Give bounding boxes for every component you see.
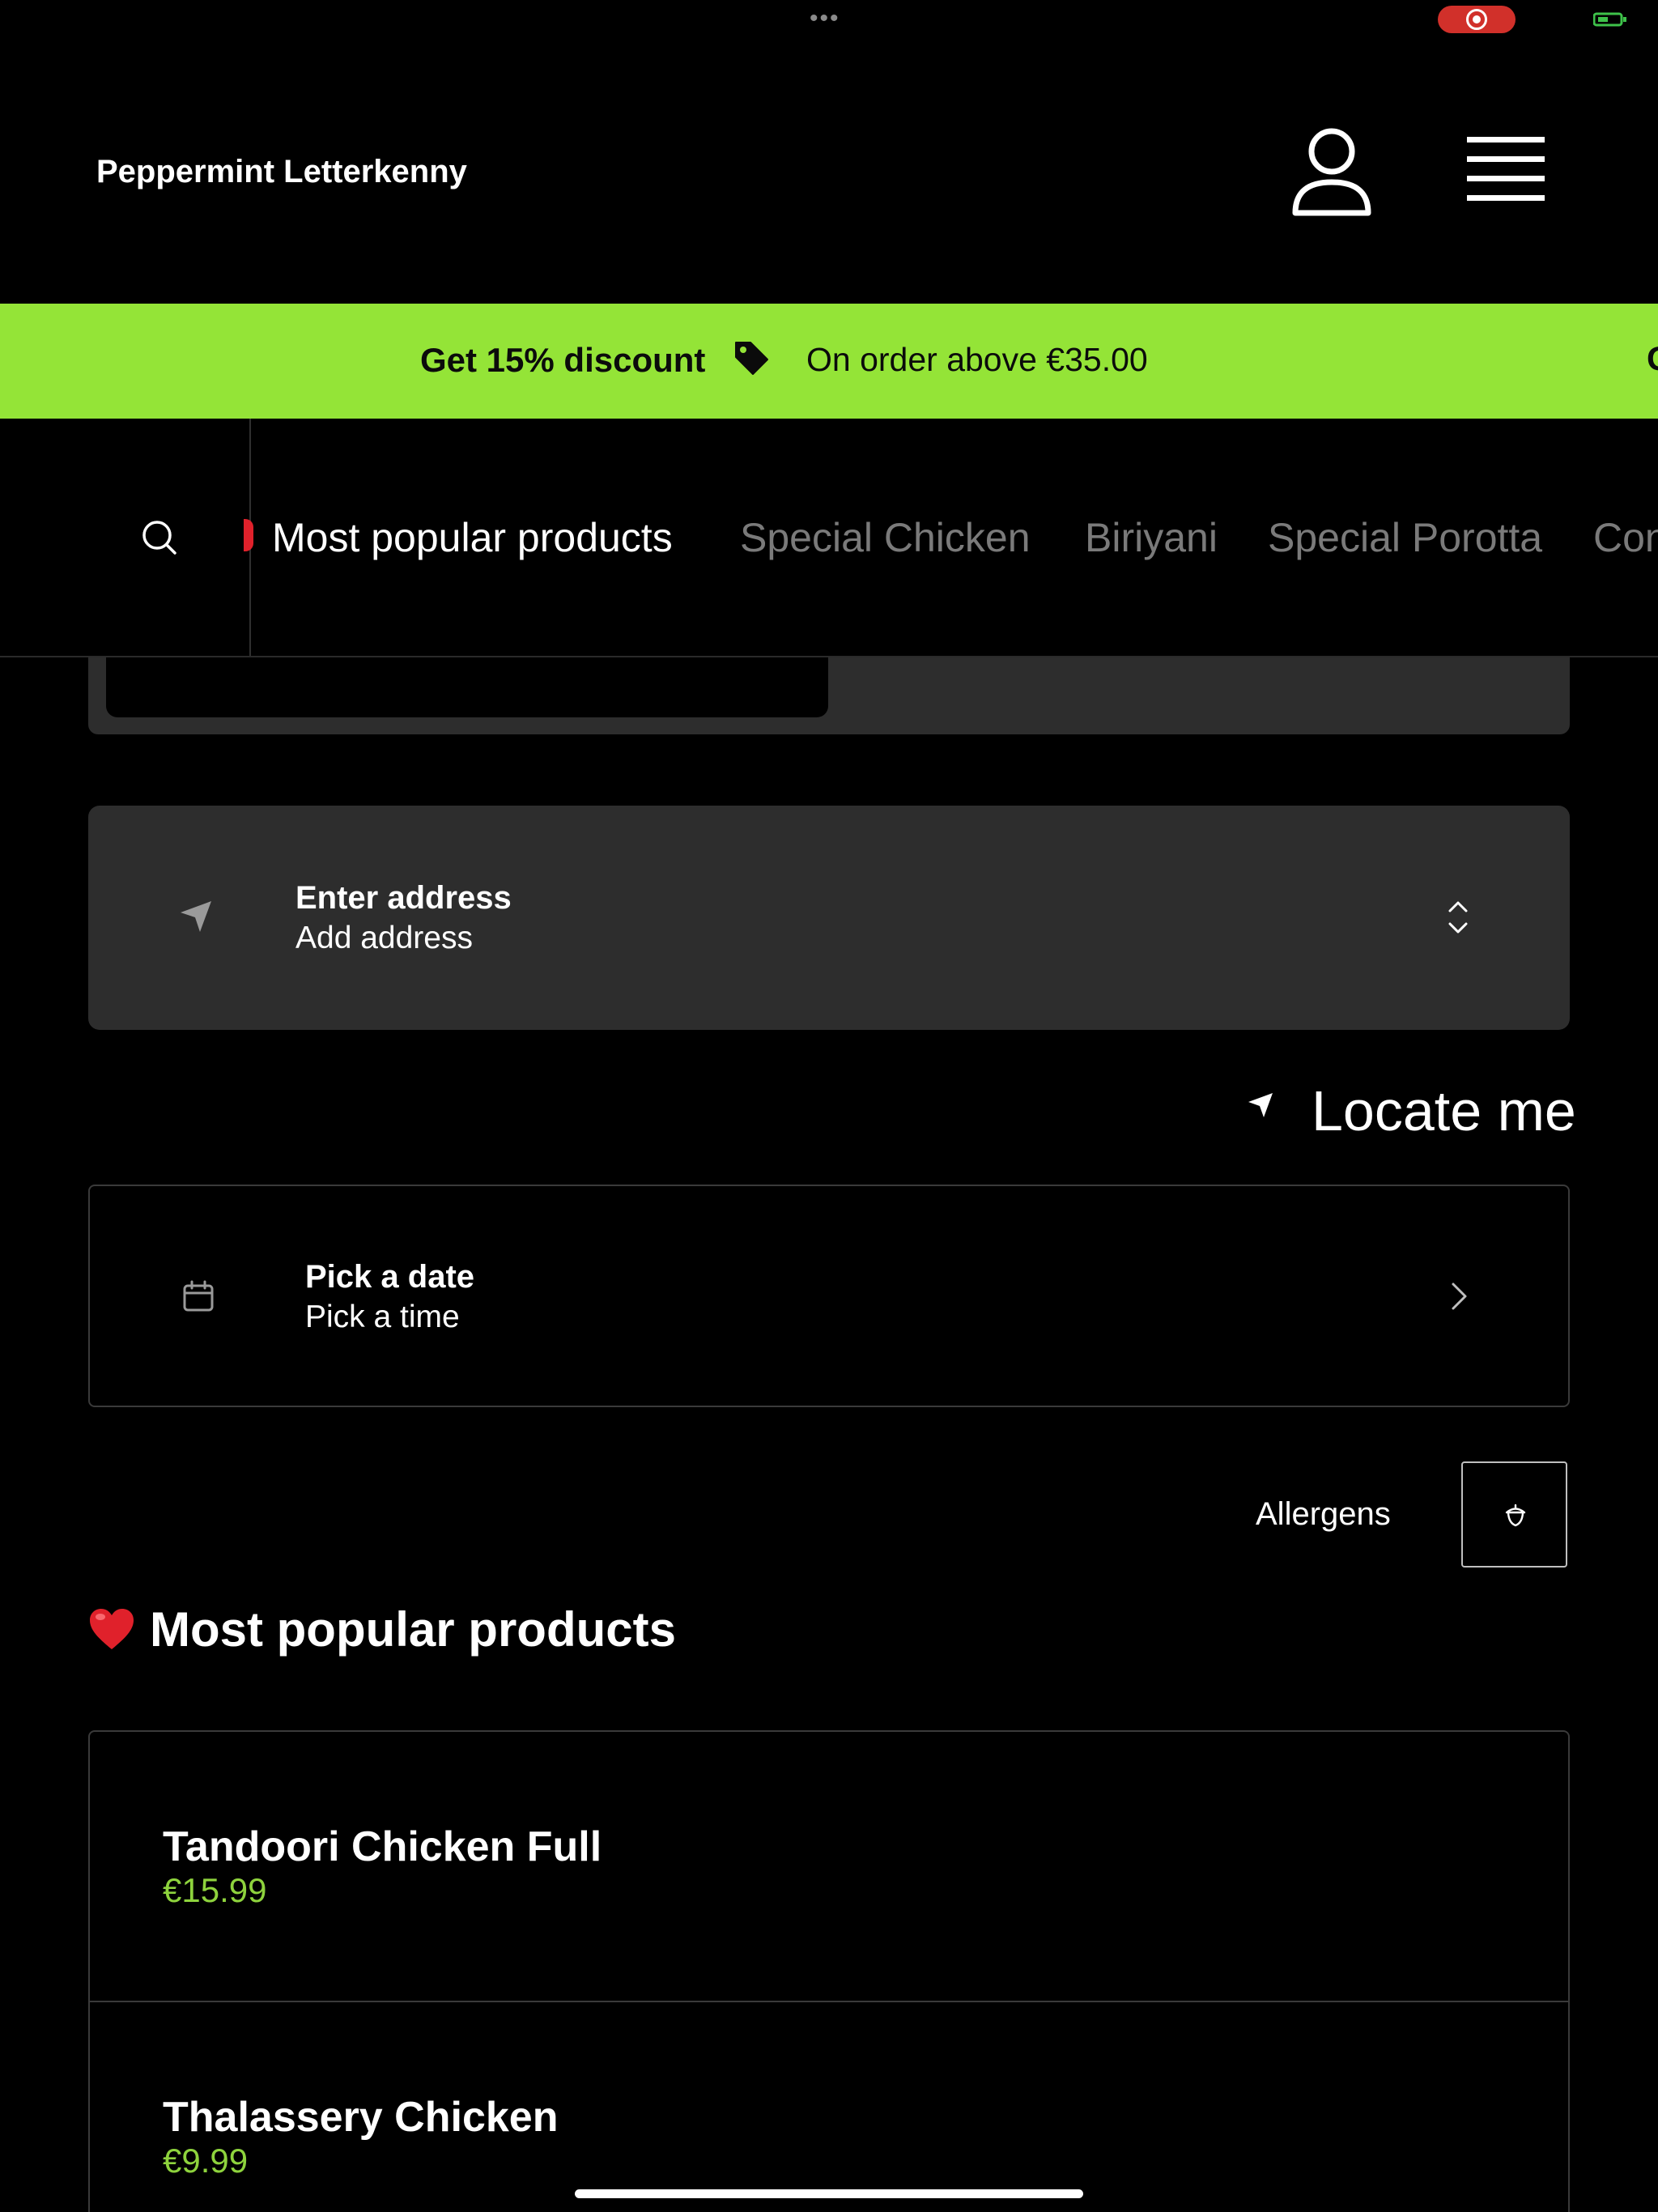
allergens-button[interactable] [1461, 1461, 1567, 1568]
page: ••• Peppermint Letterkenny Get 15% disco… [0, 0, 1658, 2212]
search-icon [142, 521, 176, 555]
product-list: Tandoori Chicken Full €15.99 Thalassery … [88, 1730, 1570, 2212]
status-bar: ••• [0, 0, 1658, 39]
promo-title: Get 15% discount [420, 341, 706, 379]
header: Peppermint Letterkenny [0, 39, 1658, 304]
account-button[interactable] [1287, 124, 1376, 221]
locate-me-label: Locate me [1312, 1079, 1576, 1142]
promo-subtitle: On order above €35.00 [806, 341, 1148, 378]
restaurant-name[interactable]: Peppermint Letterkenny [96, 154, 467, 190]
multitasking-dots-icon[interactable]: ••• [810, 6, 840, 31]
price-tag-icon [735, 342, 768, 375]
tab-special-chicken[interactable]: Special Chicken [740, 514, 1031, 561]
promo-next-partial: G [1647, 339, 1658, 378]
product-price: €15.99 [163, 1871, 267, 1909]
tab-more[interactable]: Con [1593, 514, 1658, 561]
locate-me-button[interactable]: Locate me [1247, 1075, 1576, 1142]
delivery-mode-selected[interactable] [106, 657, 828, 717]
home-indicator[interactable] [575, 2189, 1083, 2198]
product-price: €9.99 [163, 2142, 249, 2180]
location-arrow-icon [181, 901, 211, 932]
calendar-icon [183, 1280, 214, 1312]
time-label: Pick a time [305, 1300, 460, 1334]
address-subtitle: Add address [295, 921, 473, 955]
acorn-icon [1505, 1504, 1526, 1527]
battery-icon [1593, 12, 1626, 27]
hamburger-menu-icon [1467, 137, 1545, 201]
search-button[interactable] [0, 419, 251, 656]
tab-biriyani[interactable]: Biriyani [1085, 514, 1218, 561]
menu-button[interactable] [1465, 132, 1546, 205]
category-tabs: Most popular products Special Chicken Bi… [252, 419, 1658, 656]
product-name: Thalassery Chicken [163, 2094, 559, 2141]
date-label: Pick a date [305, 1259, 475, 1295]
chevron-right-icon [1452, 1283, 1467, 1310]
address-selector[interactable]: Enter address Add address [88, 806, 1570, 1030]
product-name: Tandoori Chicken Full [163, 1823, 602, 1870]
address-title: Enter address [295, 880, 512, 916]
screen-recording-indicator[interactable] [1438, 6, 1516, 33]
category-nav: Most popular products Special Chicken Bi… [0, 419, 1658, 657]
allergens-label: Allergens [1256, 1496, 1391, 1532]
tab-special-porotta[interactable]: Special Porotta [1268, 514, 1542, 561]
tab-most-popular[interactable]: Most popular products [272, 514, 673, 561]
heart-icon [90, 1609, 134, 1649]
promo-banner: Get 15% discount On order above €35.00 G [0, 304, 1658, 419]
section-heading: Most popular products [88, 1602, 676, 1657]
product-card[interactable]: Thalassery Chicken €9.99 [90, 2002, 1568, 2212]
chevron-up-down-icon [1448, 901, 1468, 934]
schedule-selector[interactable]: Pick a date Pick a time [88, 1185, 1570, 1407]
delivery-mode-card [88, 657, 1570, 734]
section-title: Most popular products [150, 1602, 676, 1657]
user-icon [1292, 128, 1371, 216]
location-arrow-icon [1248, 1093, 1273, 1117]
product-card[interactable]: Tandoori Chicken Full €15.99 [90, 1732, 1568, 2002]
